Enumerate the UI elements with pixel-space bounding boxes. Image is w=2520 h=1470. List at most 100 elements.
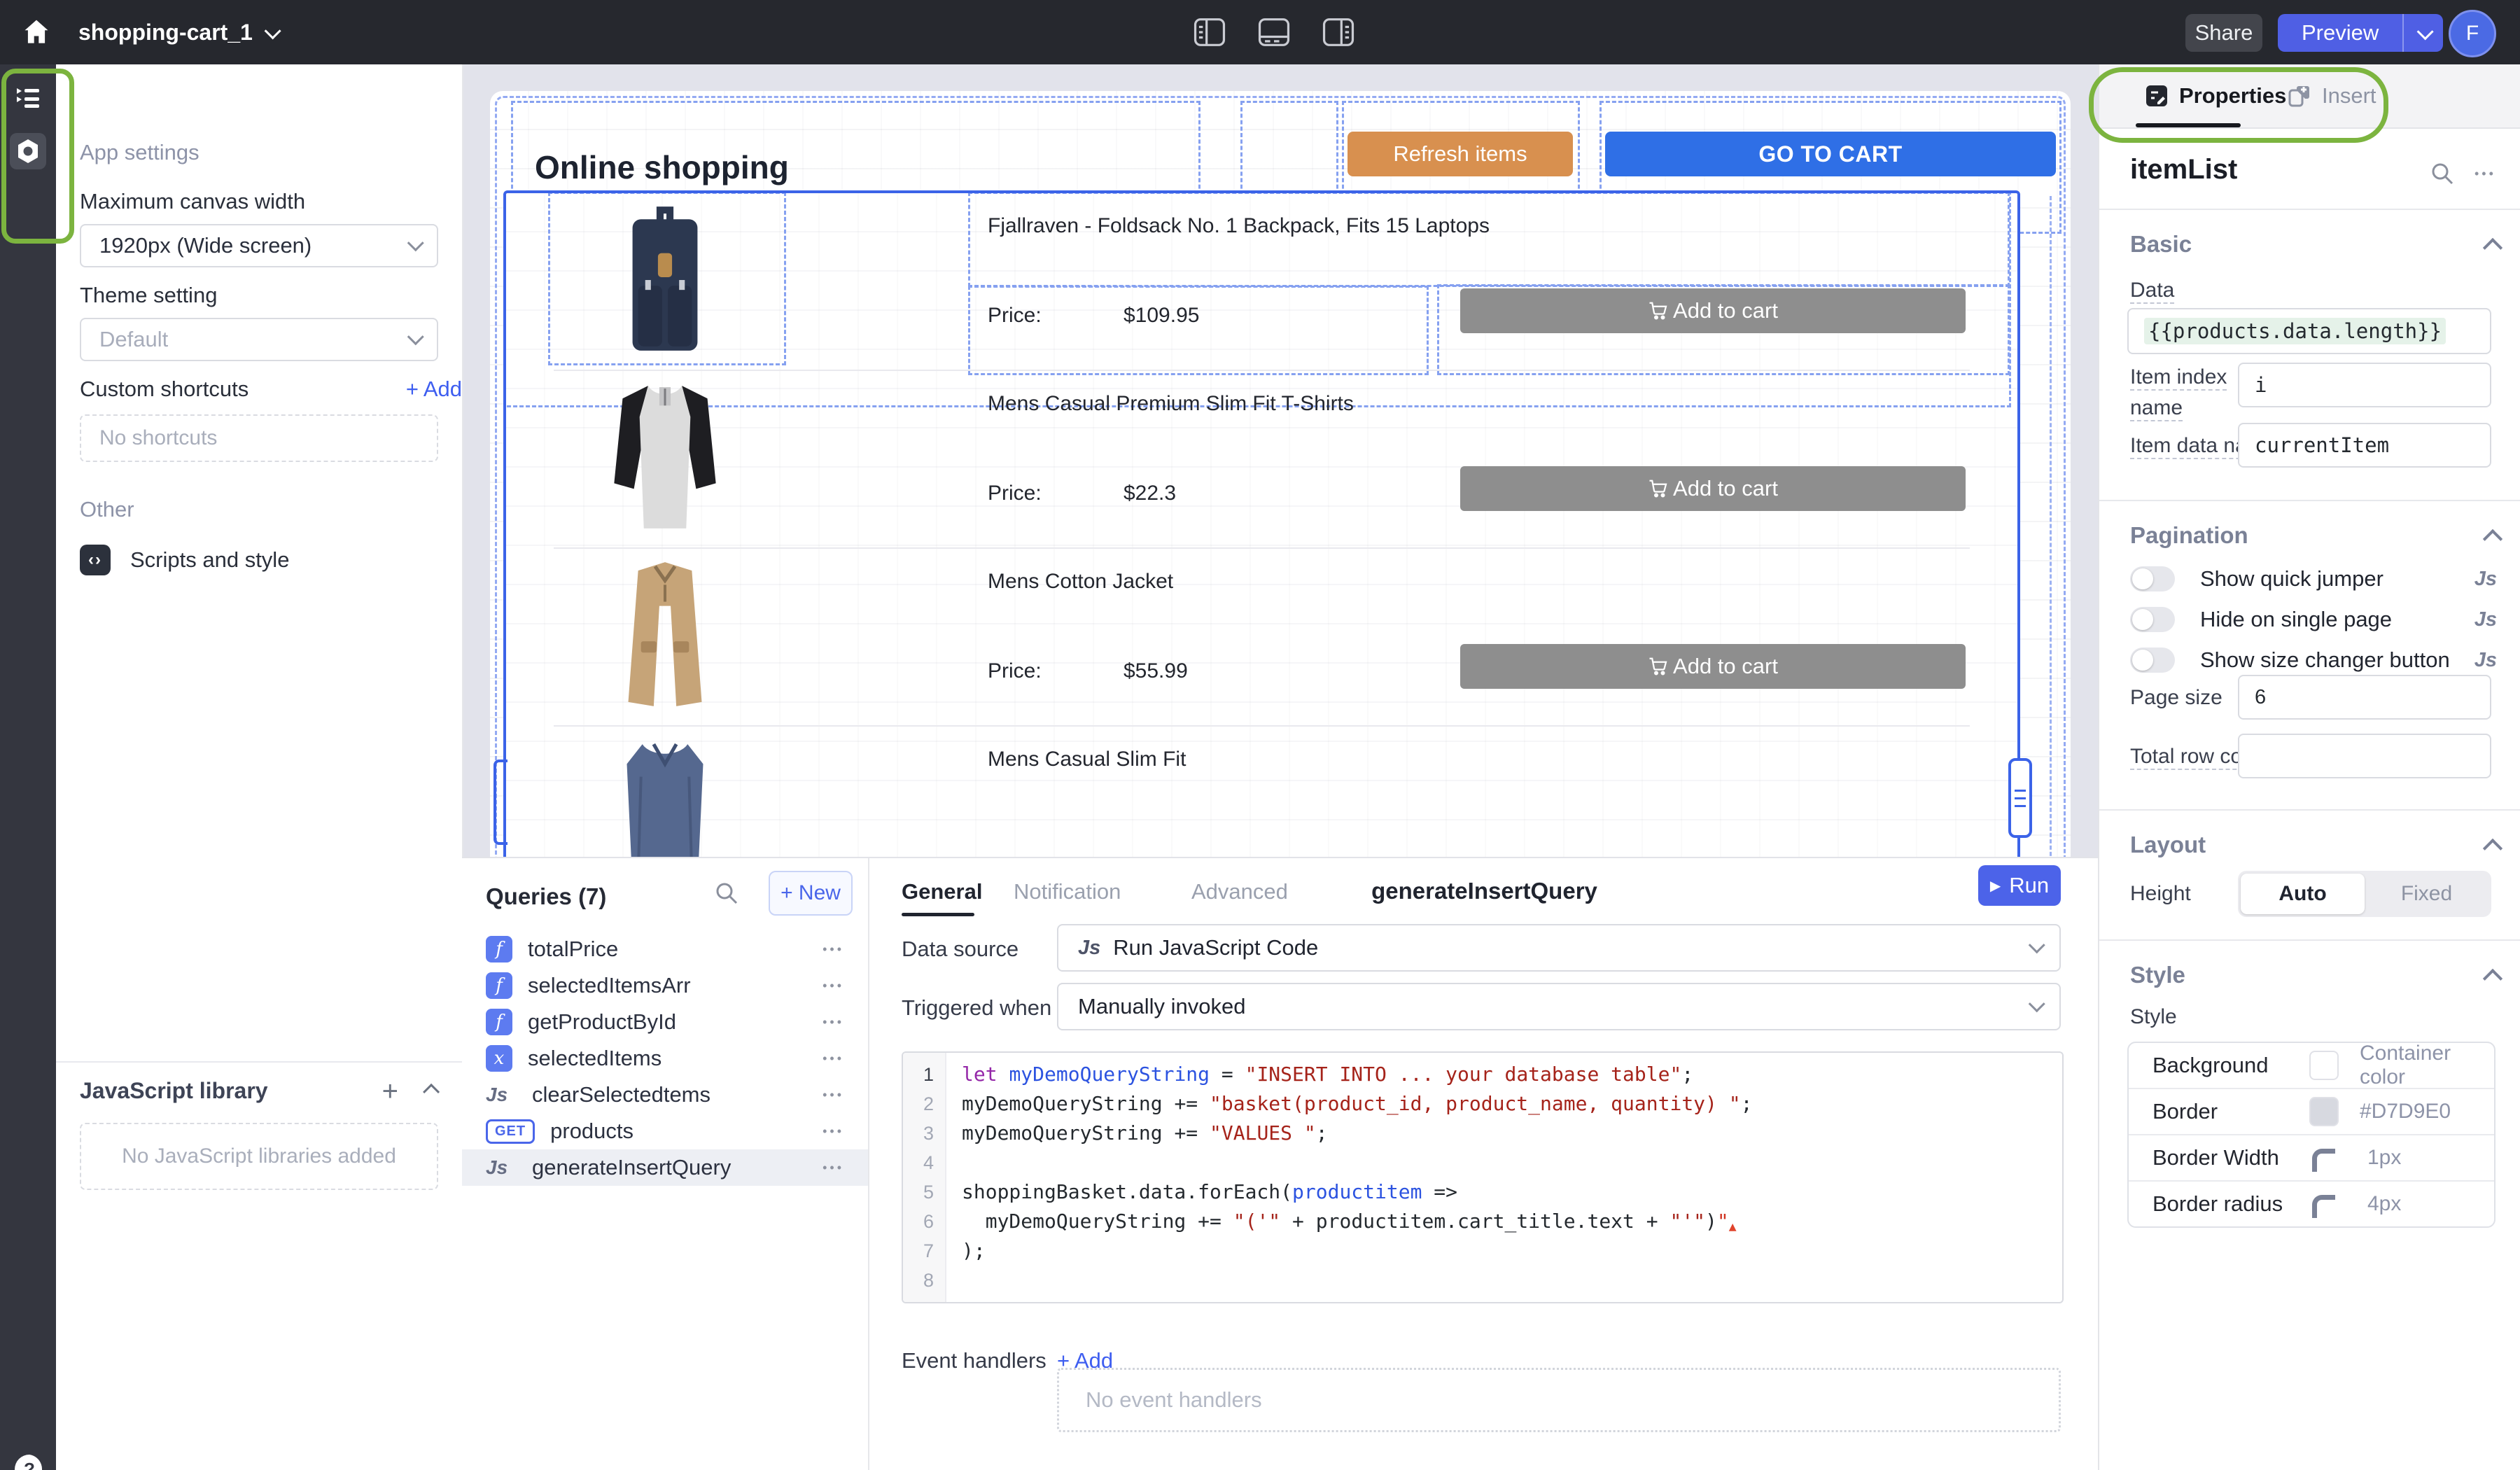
home-icon[interactable] — [18, 14, 55, 50]
avatar[interactable]: F — [2449, 10, 2496, 57]
query-menu-icon[interactable]: ••• — [822, 1088, 844, 1102]
product-image-tshirt — [556, 375, 774, 538]
query-list-item[interactable]: GETproducts••• — [462, 1113, 868, 1149]
toggle-bottom-panel-icon[interactable] — [1254, 13, 1294, 52]
canvas-width-value: 1920px (Wide screen) — [99, 233, 312, 258]
product-row[interactable]: Mens Casual Slim Fit — [506, 727, 2017, 857]
add-to-cart-button[interactable]: Add to cart — [1460, 644, 1966, 689]
pagination-toggle-row: Show size changer buttonJs — [2130, 645, 2497, 675]
price-value: $109.95 — [1124, 304, 1199, 328]
query-menu-icon[interactable]: ••• — [822, 979, 844, 993]
color-swatch[interactable] — [2309, 1097, 2339, 1126]
trigger-select[interactable]: Manually invoked — [1057, 983, 2061, 1030]
inspector-search-icon[interactable] — [2428, 160, 2456, 188]
product-image-backpack — [556, 197, 774, 360]
page-tree-icon[interactable] — [10, 78, 46, 115]
query-list-item[interactable]: JsclearSelectedtems••• — [462, 1077, 868, 1113]
js-badge-icon[interactable]: Js — [2474, 608, 2497, 631]
shortcuts-add-button[interactable]: + Add — [378, 377, 462, 402]
product-row[interactable]: Mens Cotton JacketPrice:$55.99Add to car… — [506, 549, 2017, 725]
pagination-section-title: Pagination — [2130, 522, 2248, 549]
component-menu-icon[interactable]: ••• — [2474, 167, 2496, 181]
settings-gear-icon[interactable] — [10, 133, 46, 169]
canvas-page[interactable]: Online shopping Refresh items GO TO CART… — [490, 91, 2071, 857]
title-selection-guide — [968, 192, 2010, 287]
shortcuts-label: Custom shortcuts — [80, 377, 248, 402]
style-row-value[interactable]: 4px — [2367, 1192, 2401, 1216]
layout-collapse-icon[interactable] — [2483, 839, 2502, 858]
query-name: products — [550, 1119, 634, 1144]
query-name: totalPrice — [528, 937, 618, 962]
scripts-and-style-label: Scripts and style — [130, 547, 289, 573]
js-library-empty-text: No JavaScript libraries added — [122, 1144, 396, 1168]
query-list-item[interactable]: ftotalPrice••• — [462, 931, 868, 967]
query-menu-icon[interactable]: ••• — [822, 1051, 844, 1066]
style-collapse-icon[interactable] — [2483, 969, 2502, 988]
code-editor[interactable]: 12345678 let myDemoQueryString = "INSERT… — [902, 1051, 2064, 1303]
data-input[interactable]: {{products.data.length}} — [2127, 308, 2491, 354]
query-menu-icon[interactable]: ••• — [822, 1015, 844, 1030]
canvas-title[interactable]: Online shopping — [535, 148, 789, 186]
tab-insert[interactable]: Insert — [2287, 64, 2376, 127]
item-data-name-input[interactable]: currentItem — [2238, 423, 2491, 468]
height-fixed-option[interactable]: Fixed — [2365, 874, 2488, 914]
line-number: 8 — [903, 1266, 945, 1295]
add-to-cart-button[interactable]: Add to cart — [1460, 288, 1966, 333]
scripts-and-style-item[interactable]: ‹› Scripts and style — [80, 545, 289, 575]
style-row-value[interactable]: #D7D9E0 — [2360, 1100, 2451, 1124]
query-list-item[interactable]: xselectedItems••• — [462, 1040, 868, 1077]
query-list-item-selected[interactable]: JsgenerateInsertQuery••• — [462, 1149, 868, 1186]
query-menu-icon[interactable]: ••• — [822, 1124, 844, 1139]
style-row: Border radius4px — [2129, 1180, 2494, 1226]
page-size-input[interactable]: 6 — [2238, 675, 2491, 720]
query-name: selectedItemsArr — [528, 973, 691, 998]
style-row-value[interactable]: 1px — [2367, 1146, 2401, 1170]
tab-properties[interactable]: Properties — [2144, 64, 2286, 127]
toggle-right-panel-icon[interactable] — [1319, 13, 1358, 52]
preview-dropdown[interactable] — [2404, 14, 2443, 52]
query-search-icon[interactable] — [713, 879, 741, 907]
toggle-label: Show quick jumper — [2200, 566, 2384, 592]
toggle-switch-off[interactable] — [2130, 607, 2175, 632]
data-source-select[interactable]: Js Run JavaScript Code — [1057, 924, 2061, 972]
query-list-item[interactable]: fgetProductById••• — [462, 1004, 868, 1040]
refresh-items-button[interactable]: Refresh items — [1348, 132, 1573, 176]
basic-collapse-icon[interactable] — [2483, 238, 2502, 258]
js-badge-icon[interactable]: Js — [2474, 649, 2497, 672]
preview-button[interactable]: Preview — [2278, 14, 2443, 52]
toggle-left-panel-icon[interactable] — [1190, 13, 1229, 52]
query-menu-icon[interactable]: ••• — [822, 1161, 844, 1175]
item-list-component[interactable]: Fjallraven - Foldsack No. 1 Backpack, Fi… — [503, 190, 2020, 857]
height-segmented-control[interactable]: Auto Fixed — [2238, 871, 2491, 917]
help-icon[interactable]: ? — [11, 1452, 48, 1470]
toggle-switch-off[interactable] — [2130, 648, 2175, 673]
corner-icon — [2312, 1149, 2335, 1172]
toggle-switch-off[interactable] — [2130, 566, 2175, 592]
js-badge-icon[interactable]: Js — [2474, 568, 2497, 591]
js-library-collapse-icon[interactable] — [423, 1084, 440, 1100]
style-row-value[interactable]: Container color — [2360, 1042, 2470, 1089]
color-swatch[interactable] — [2309, 1051, 2339, 1080]
height-auto-option[interactable]: Auto — [2241, 874, 2365, 914]
product-row[interactable]: Fjallraven - Foldsack No. 1 Backpack, Fi… — [506, 193, 2017, 370]
query-menu-icon[interactable]: ••• — [822, 942, 844, 957]
style-group: BackgroundContainer colorBorder#D7D9E0Bo… — [2127, 1042, 2496, 1228]
product-row[interactable]: Mens Casual Premium Slim Fit T-ShirtsPri… — [506, 371, 2017, 547]
canvas-width-select[interactable]: 1920px (Wide screen) — [80, 224, 438, 267]
js-library-add-icon[interactable]: + — [382, 1081, 398, 1102]
add-to-cart-button[interactable]: Add to cart — [1460, 466, 1966, 511]
item-index-input[interactable]: i — [2238, 363, 2491, 407]
new-query-button[interactable]: + New — [769, 871, 853, 916]
resize-handle-right[interactable] — [2008, 758, 2032, 838]
code-lines[interactable]: let myDemoQueryString = "INSERT INTO ...… — [946, 1053, 2062, 1302]
go-to-cart-button[interactable]: GO TO CART — [1605, 132, 2056, 176]
resize-handle-left[interactable] — [493, 760, 507, 845]
query-list-item[interactable]: fselectedItemsArr••• — [462, 967, 868, 1004]
total-row-count-input[interactable] — [2238, 734, 2491, 778]
share-button[interactable]: Share — [2185, 14, 2262, 52]
pagination-collapse-icon[interactable] — [2483, 529, 2502, 549]
code-line — [962, 1266, 2062, 1295]
run-button[interactable]: ▶ Run — [1978, 865, 2061, 906]
app-name-menu[interactable]: shopping-cart_1 — [78, 0, 277, 64]
theme-select[interactable]: Default — [80, 318, 438, 361]
